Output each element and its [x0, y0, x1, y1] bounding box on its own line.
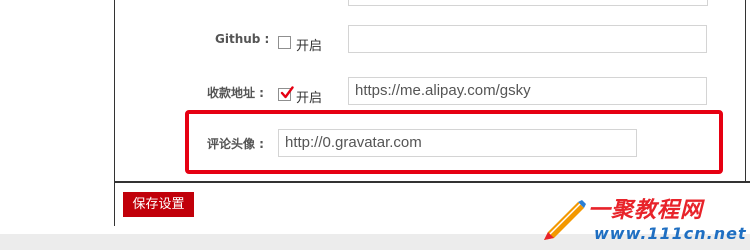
github-input[interactable]	[348, 25, 707, 53]
site-watermark: 一聚教程网 www.111cn.net	[538, 192, 748, 248]
highlight-annotation-box	[185, 110, 723, 174]
github-label: Github :	[215, 32, 270, 46]
github-enable-checkbox[interactable]	[278, 36, 291, 49]
payment-address-label: 收款地址 :	[207, 86, 264, 100]
previous-field-input[interactable]	[348, 0, 708, 6]
pencil-logo-icon	[544, 200, 586, 240]
panel-left-border	[114, 0, 115, 226]
save-settings-button[interactable]: 保存设置	[123, 192, 194, 217]
payment-address-enable-checkbox[interactable]	[278, 86, 294, 101]
payment-address-input[interactable]: https://me.alipay.com/gsky	[348, 77, 707, 105]
github-enable-label: 开启	[296, 39, 323, 54]
payment-address-enable-label: 开启	[296, 91, 323, 106]
check-mark-icon	[280, 86, 294, 99]
watermark-domain: www.111cn.net	[594, 224, 747, 243]
watermark-brand: 一聚教程网	[588, 198, 704, 223]
footer-divider	[114, 181, 750, 183]
panel-right-border	[745, 0, 746, 182]
